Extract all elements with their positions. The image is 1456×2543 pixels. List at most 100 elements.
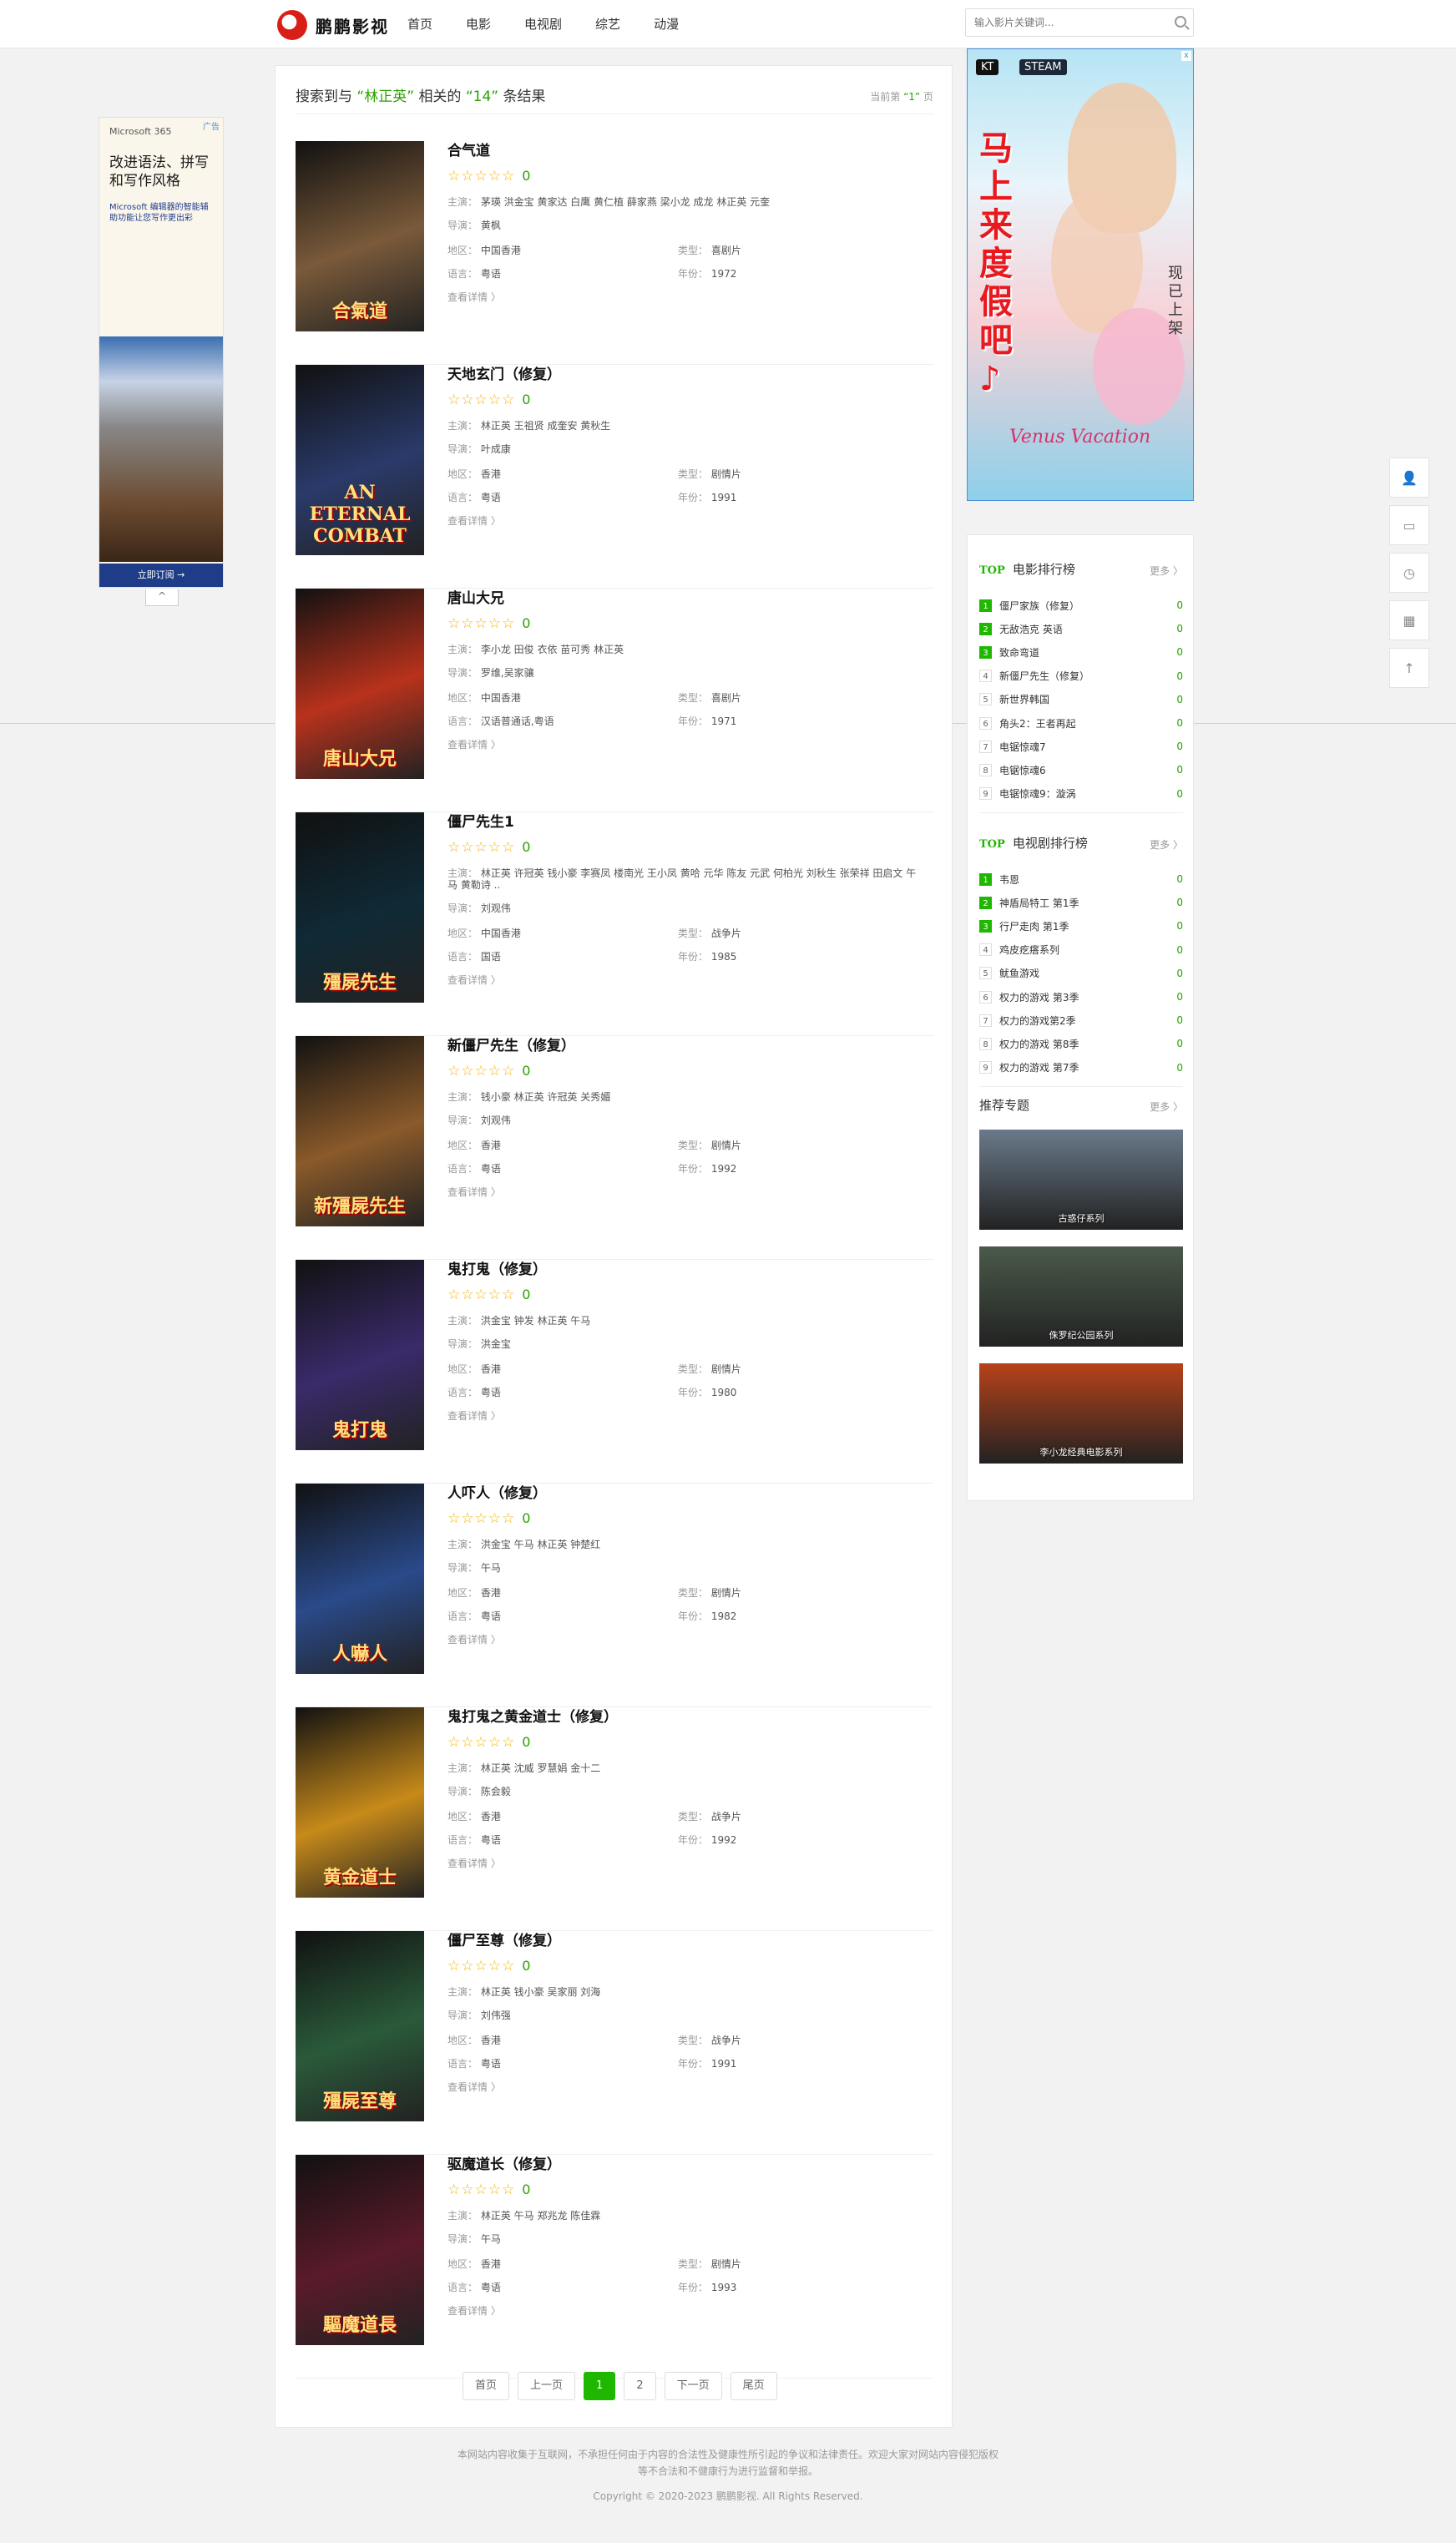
- rank-item[interactable]: 4 新僵尸先生（修复） 0: [979, 665, 1183, 688]
- rank-item[interactable]: 9 电锯惊魂9：漩涡 0: [979, 782, 1183, 806]
- nav-movie[interactable]: 电影: [466, 15, 491, 33]
- detail-link[interactable]: 查看详情 〉: [447, 973, 923, 987]
- topic-card[interactable]: 古惑仔系列: [979, 1130, 1183, 1230]
- ad-close-icon[interactable]: x: [1181, 51, 1191, 61]
- movie-title[interactable]: 唐山大兄: [447, 589, 923, 609]
- movie-rank-more-link[interactable]: 更多 〉: [1150, 564, 1183, 578]
- topic-card[interactable]: 侏罗纪公园系列: [979, 1246, 1183, 1347]
- search-icon[interactable]: [1175, 16, 1186, 28]
- page-suffix: 页: [923, 91, 933, 103]
- movie-title[interactable]: 僵尸先生1: [447, 812, 923, 832]
- region-value: 香港: [480, 1363, 501, 1375]
- right-ad-banner[interactable]: KT STEAM 马上来度假吧♪ 现已上架 Venus Vacation x: [967, 48, 1194, 501]
- topic-card[interactable]: 李小龙经典电影系列: [979, 1363, 1183, 1464]
- page-last[interactable]: 尾页: [730, 2372, 777, 2400]
- topic-caption: 古惑仔系列: [1058, 1213, 1105, 1224]
- type-value: 战争片: [710, 928, 741, 939]
- detail-link[interactable]: 查看详情 〉: [447, 2303, 923, 2318]
- ad-collapse-button[interactable]: ^: [145, 589, 179, 606]
- movie-poster[interactable]: AN ETERNAL COMBAT: [296, 365, 424, 555]
- rank-item[interactable]: 3 行尸走肉 第1季 0: [979, 914, 1183, 938]
- detail-link[interactable]: 查看详情 〉: [447, 1632, 923, 1646]
- detail-link[interactable]: 查看详情 〉: [447, 737, 923, 751]
- rating-score: 0: [522, 1510, 531, 1526]
- page-first[interactable]: 首页: [463, 2372, 510, 2400]
- detail-link[interactable]: 查看详情 〉: [447, 2080, 923, 2094]
- rank-item[interactable]: 6 角头2：王者再起 0: [979, 711, 1183, 735]
- movie-poster[interactable]: 黄金道士: [296, 1707, 424, 1898]
- ad-mark[interactable]: 广告: [203, 119, 220, 132]
- movie-title[interactable]: 鬼打鬼之黄金道士（修复）: [447, 1707, 923, 1727]
- rank-value: 0: [1176, 646, 1183, 659]
- rank-item[interactable]: 1 僵尸家族（修复） 0: [979, 594, 1183, 617]
- rating-score: 0: [522, 615, 531, 631]
- rating-score: 0: [522, 1063, 531, 1079]
- page-prev[interactable]: 上一页: [518, 2372, 576, 2400]
- rank-item[interactable]: 3 致命弯道 0: [979, 640, 1183, 664]
- rank-item[interactable]: 4 鸡皮疙瘩系列 0: [979, 938, 1183, 962]
- rank-item[interactable]: 7 权力的游戏第2季 0: [979, 1009, 1183, 1032]
- movie-poster[interactable]: 驅魔道長: [296, 2155, 424, 2345]
- page-next[interactable]: 下一页: [664, 2372, 722, 2400]
- nav-anime[interactable]: 动漫: [654, 15, 679, 33]
- results-title: 搜索到与 “林正英” 相关的 “14” 条结果: [296, 88, 546, 105]
- lang-value: 粤语: [480, 2282, 501, 2293]
- ad-cta-button[interactable]: 立即订阅 →: [99, 564, 223, 587]
- rank-item[interactable]: 1 韦恩 0: [979, 867, 1183, 891]
- page-2[interactable]: 2: [624, 2372, 656, 2400]
- director-label: 导演：: [447, 2010, 478, 2021]
- search-input[interactable]: [966, 9, 1158, 36]
- movie-poster[interactable]: 新殭屍先生: [296, 1036, 424, 1226]
- rank-item[interactable]: 5 鱿鱼游戏 0: [979, 962, 1183, 985]
- rank-item[interactable]: 2 无敌浩克 英语 0: [979, 617, 1183, 640]
- rank-item[interactable]: 5 新世界韩国 0: [979, 688, 1183, 711]
- movie-title[interactable]: 鬼打鬼（修复）: [447, 1260, 923, 1280]
- movie-poster[interactable]: 鬼打鬼: [296, 1260, 424, 1450]
- movie-title[interactable]: 驱魔道长（修复）: [447, 2155, 923, 2175]
- movie-poster[interactable]: 唐山大兄: [296, 589, 424, 779]
- detail-link[interactable]: 查看详情 〉: [447, 290, 923, 304]
- tv-rank-more-link[interactable]: 更多 〉: [1150, 837, 1183, 852]
- nav-variety[interactable]: 综艺: [595, 15, 620, 33]
- movie-poster[interactable]: 殭屍先生: [296, 812, 424, 1003]
- nav-tv[interactable]: 电视剧: [524, 15, 562, 33]
- actors-row: 主演： 林正英 许冠英 钱小豪 李赛凤 楼南光 王小凤 黄哈 元华 陈友 元武 …: [447, 867, 923, 891]
- detail-link[interactable]: 查看详情 〉: [447, 513, 923, 528]
- detail-link[interactable]: 查看详情 〉: [447, 1185, 923, 1199]
- rank-item[interactable]: 9 权力的游戏 第7季 0: [979, 1056, 1183, 1079]
- history-icon[interactable]: ◷: [1389, 553, 1429, 593]
- star-icons: ☆☆☆☆☆: [447, 1510, 516, 1527]
- back-to-top-icon[interactable]: ↑: [1389, 648, 1429, 688]
- movie-title[interactable]: 新僵尸先生（修复）: [447, 1036, 923, 1056]
- movie-title[interactable]: 人吓人（修复）: [447, 1484, 923, 1504]
- actors-value: 林正英 王祖贤 成奎安 黄秋生: [480, 420, 611, 432]
- movie-poster[interactable]: 人嚇人: [296, 1484, 424, 1674]
- message-icon[interactable]: ▭: [1389, 505, 1429, 545]
- detail-link[interactable]: 查看详情 〉: [447, 1856, 923, 1870]
- region-label: 地区：: [447, 692, 478, 704]
- actors-row: 主演： 林正英 王祖贤 成奎安 黄秋生: [447, 420, 923, 432]
- rank-item[interactable]: 8 电锯惊魂6 0: [979, 758, 1183, 781]
- rank-item[interactable]: 8 权力的游戏 第8季 0: [979, 1032, 1183, 1055]
- site-logo[interactable]: 鹏鹏影视: [277, 8, 389, 42]
- movie-title[interactable]: 僵尸至尊（修复）: [447, 1931, 923, 1951]
- nav-home[interactable]: 首页: [407, 15, 432, 33]
- movie-poster[interactable]: 合氣道: [296, 141, 424, 331]
- sidebar-panel: TOP 电影排行榜 更多 〉 1 僵尸家族（修复） 0 2 无敌浩克 英语 0 3 致命弯道 0…: [967, 534, 1194, 1501]
- topics-more-link[interactable]: 更多 〉: [1150, 1100, 1183, 1114]
- movie-title[interactable]: 合气道: [447, 141, 923, 161]
- rank-item[interactable]: 6 权力的游戏 第3季 0: [979, 985, 1183, 1009]
- region-value: 中国香港: [480, 245, 521, 256]
- left-ad-banner[interactable]: Microsoft 365 广告 改进语法、拼写和写作风格 Microsoft …: [99, 117, 224, 588]
- rank-item[interactable]: 2 神盾局特工 第1季 0: [979, 891, 1183, 914]
- page-1[interactable]: 1: [584, 2372, 616, 2400]
- divider: [979, 1086, 1183, 1087]
- result-item: 殭屍先生 僵尸先生1 ☆☆☆☆☆ 0 主演： 林正英 许冠英 钱小豪 李赛凤 楼南光 王…: [296, 812, 933, 1036]
- user-icon[interactable]: 👤: [1389, 458, 1429, 498]
- movie-title[interactable]: 天地玄门（修复）: [447, 365, 923, 385]
- qrcode-icon[interactable]: ▦: [1389, 600, 1429, 640]
- detail-link[interactable]: 查看详情 〉: [447, 1408, 923, 1423]
- rank-item[interactable]: 7 电锯惊魂7 0: [979, 735, 1183, 758]
- movie-poster[interactable]: 殭屍至尊: [296, 1931, 424, 2121]
- actors-row: 主演： 洪金宝 午马 林正英 钟楚红: [447, 1539, 923, 1550]
